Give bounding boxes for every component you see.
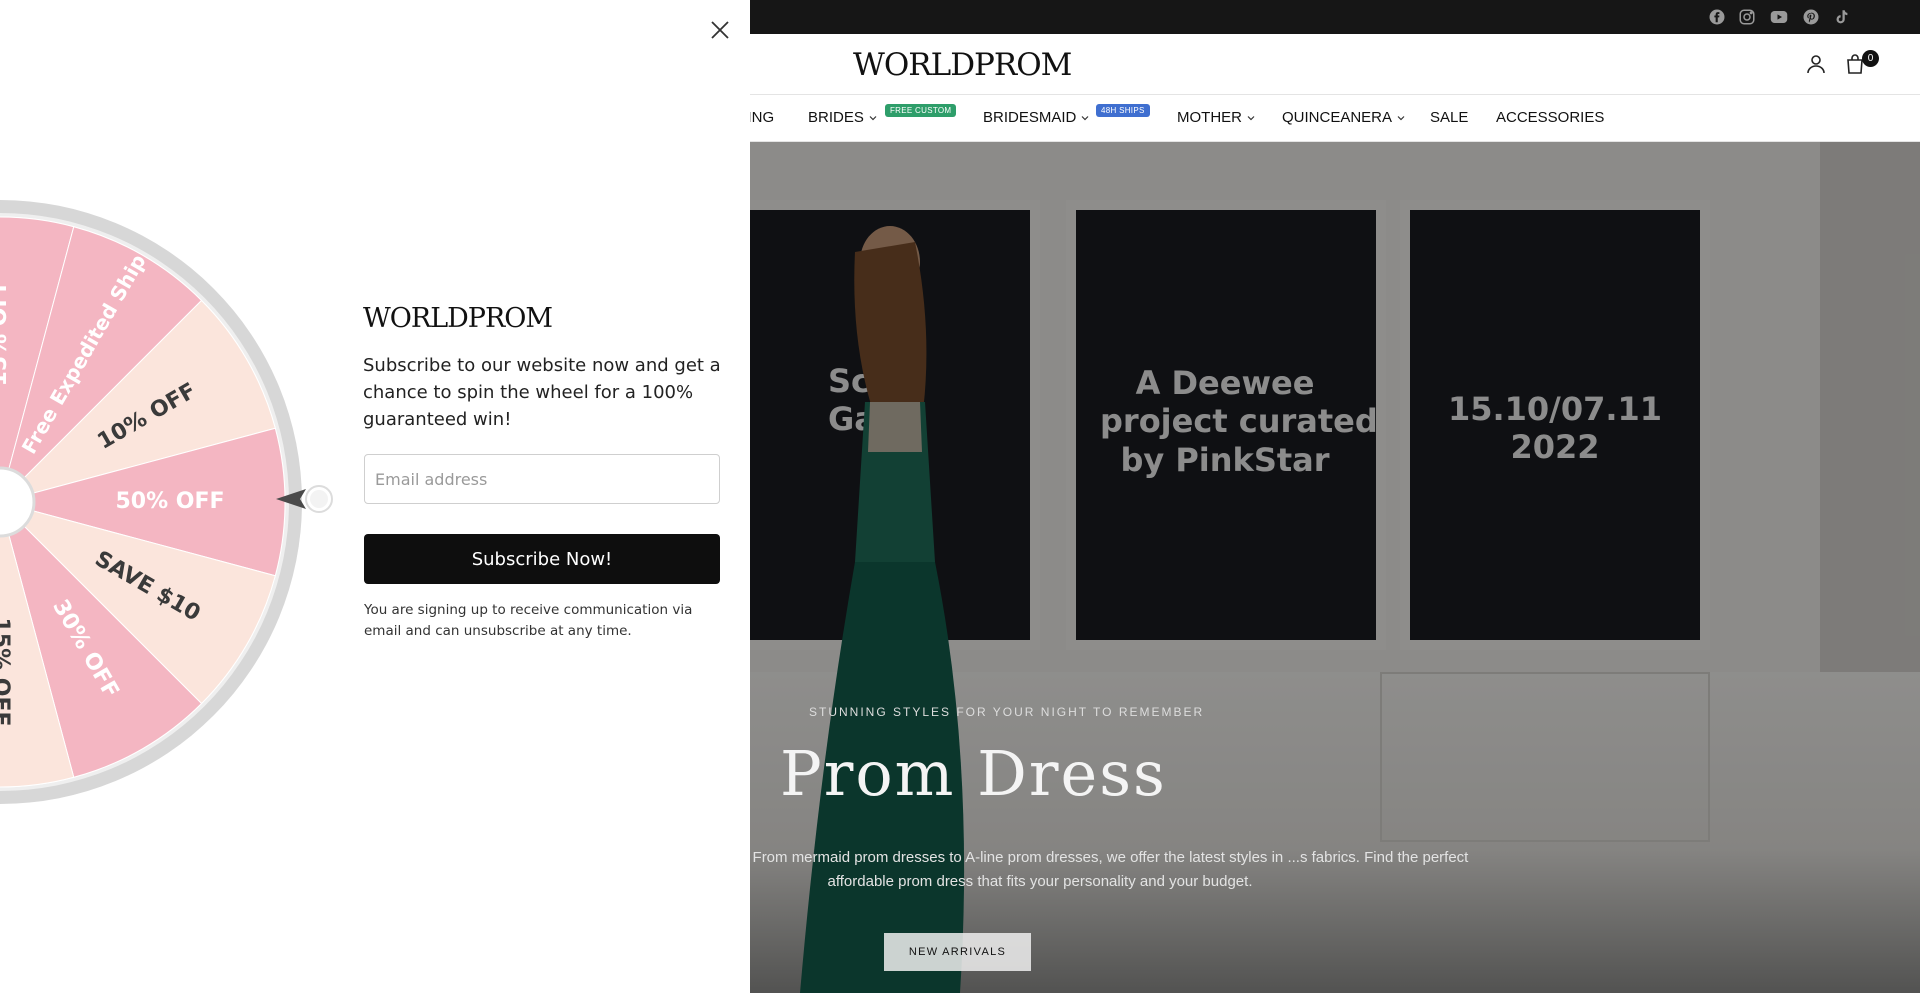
nav-item-brides[interactable]: BRIDES	[808, 109, 878, 126]
prize-wheel[interactable]: 15% OFF Free Expedited Ship 10% OFF 50% OFF…	[0, 192, 310, 812]
social-links	[1708, 8, 1850, 26]
wheel-segment-label: 50% OFF	[115, 489, 224, 514]
spin-wheel-popup: 15% OFF Free Expedited Ship 10% OFF 50% OFF…	[0, 0, 750, 993]
youtube-icon[interactable]	[1768, 8, 1790, 26]
nav-item-quinceanera[interactable]: QUINCEANERA	[1282, 109, 1406, 126]
email-field[interactable]	[364, 454, 720, 504]
facebook-icon[interactable]	[1708, 8, 1726, 26]
nav-item-mother[interactable]: MOTHER	[1177, 109, 1256, 126]
cart-count-badge: 0	[1862, 50, 1879, 67]
new-arrivals-button[interactable]: NEW ARRIVALS	[884, 933, 1031, 971]
chevron-down-icon	[1080, 113, 1090, 123]
site-logo[interactable]: WORLDPROM	[853, 47, 1072, 83]
wheel-pointer-icon	[276, 483, 336, 515]
nav-item-sale[interactable]: SALE	[1430, 109, 1468, 126]
pinterest-icon[interactable]	[1802, 8, 1820, 26]
close-icon[interactable]	[708, 18, 732, 42]
nav-item-accessories[interactable]: ACCESSORIES	[1496, 109, 1604, 126]
wheel-segment-label: 15% OFF	[0, 277, 12, 386]
popup-disclaimer: You are signing up to receive communicat…	[364, 602, 693, 639]
ships-badge: 48H SHIPS	[1096, 104, 1150, 117]
nav-item-bridesmaid[interactable]: BRIDESMAID	[983, 109, 1090, 126]
tiktok-icon[interactable]	[1832, 8, 1850, 26]
popup-logo: WORLDPROM	[363, 303, 553, 334]
instagram-icon[interactable]	[1738, 8, 1756, 26]
chevron-down-icon	[1246, 113, 1256, 123]
wheel-segment-label: 15% OFF	[0, 617, 13, 726]
chevron-down-icon	[1396, 113, 1406, 123]
hero-title: Prom Dress	[780, 737, 1167, 810]
popup-message: Subscribe to our website now and get a c…	[363, 355, 721, 430]
user-icon[interactable]	[1804, 52, 1828, 76]
hero-kicker: STUNNING STYLES FOR YOUR NIGHT TO REMEMB…	[809, 705, 1205, 719]
subscribe-button[interactable]: Subscribe Now!	[364, 534, 720, 584]
chevron-down-icon	[868, 113, 878, 123]
free-custom-badge: FREE CUSTOM	[885, 104, 957, 117]
